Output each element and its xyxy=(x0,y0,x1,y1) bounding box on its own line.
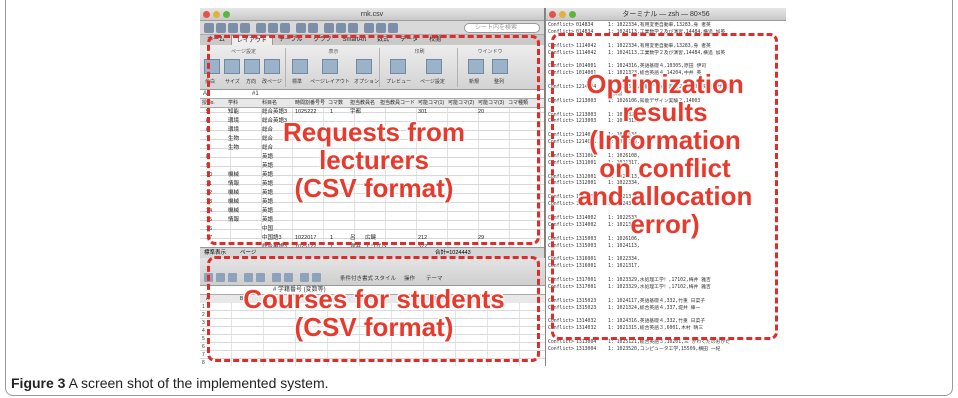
courses-callout-label: Courses for students (CSV format) xyxy=(214,285,534,341)
minimize-window-button[interactable] xyxy=(213,11,220,18)
terminal-rest: 1: 1025121,総合英語３,10201,三 かわくだのおかた xyxy=(608,339,731,345)
sort-icon[interactable] xyxy=(336,23,346,33)
callout-line: (CSV format) xyxy=(294,173,454,204)
open-icon[interactable] xyxy=(216,23,226,33)
callout-line: (Information xyxy=(589,125,741,156)
help-icon[interactable] xyxy=(388,23,398,33)
figure-label: Figure 3 xyxy=(11,375,66,391)
sheet-search-input[interactable]: シート内を検索 xyxy=(464,23,540,33)
terminal-title: ターミナル — zsh — 80×56 xyxy=(622,11,710,18)
table-cell[interactable]: 4 xyxy=(202,327,205,335)
window-controls xyxy=(203,11,230,18)
print-icon[interactable] xyxy=(240,23,250,33)
terminal-tag: Conflict> xyxy=(548,339,574,345)
table-cell[interactable]: 8 xyxy=(202,359,205,366)
callout-line: lecturers xyxy=(319,145,429,176)
table-cell[interactable]: 3 xyxy=(202,319,205,327)
table-cell[interactable]: 7 xyxy=(202,351,205,359)
excel-titlebar: rnk.csv xyxy=(200,8,544,21)
cut-icon[interactable] xyxy=(256,23,266,33)
new-icon[interactable] xyxy=(204,23,214,33)
terminal-line: Conflict> 014834 1: 1022334,有用変更自動車,13283,… xyxy=(548,23,784,30)
minimize-window-button[interactable] xyxy=(559,11,566,18)
zoom-window-button[interactable] xyxy=(569,11,576,18)
callout-line: and allocation xyxy=(577,181,753,212)
table-cell[interactable]: 2 xyxy=(202,311,205,319)
callout-line: Requests from xyxy=(282,117,466,147)
close-window-button[interactable] xyxy=(203,11,210,18)
terminal-id: 014834 xyxy=(576,23,594,28)
terminal-tag: Conflict> xyxy=(548,346,574,352)
callout-line: (CSV format) xyxy=(294,312,454,343)
callout-line: Courses for students xyxy=(243,284,505,314)
redo-icon[interactable] xyxy=(308,23,318,33)
terminal-line: Conflict> 1313004 1: 1025121,総合英語３,10201,三… xyxy=(548,340,784,347)
terminal-titlebar: ターミナル — zsh — 80×56 xyxy=(546,8,786,21)
figure-caption-text: A screen shot of the implemented system. xyxy=(68,375,329,391)
terminal-rest: 1: 1023520,コンピュータ工学,15509,横田 一紀 xyxy=(608,346,721,352)
chart-icon[interactable] xyxy=(364,23,374,33)
terminal-rest: 1: 1022334,有用変更自動車,13283,身 者英 xyxy=(608,23,711,28)
standard-toolbar: シート内を検索 xyxy=(200,21,544,35)
terminal-tag: Conflict> xyxy=(548,23,574,28)
undo-icon[interactable] xyxy=(296,23,306,33)
figure-caption: Figure 3 A screen shot of the implemente… xyxy=(11,375,329,391)
callout-line: error) xyxy=(630,209,700,240)
paste-icon[interactable] xyxy=(280,23,290,33)
autosum-icon[interactable] xyxy=(324,23,334,33)
callout-line: on conflict xyxy=(599,153,731,184)
callout-line: Optimization xyxy=(586,69,744,99)
table-cell[interactable]: 1 xyxy=(202,303,205,311)
terminal-id: 1313004 xyxy=(576,339,597,345)
filter-icon[interactable] xyxy=(348,23,358,33)
close-window-button[interactable] xyxy=(549,11,556,18)
window-controls xyxy=(549,11,576,18)
save-icon[interactable] xyxy=(228,23,238,33)
table-cell[interactable]: 6 xyxy=(202,343,205,351)
terminal-id: 1313004 xyxy=(576,346,597,352)
copy-icon[interactable] xyxy=(268,23,278,33)
optimization-callout-label: Optimization results (Information on con… xyxy=(553,69,777,240)
window-title: rnk.csv xyxy=(360,11,384,18)
table-cell[interactable]: 5 xyxy=(202,335,205,343)
callout-line: results xyxy=(622,97,708,128)
requests-callout-label: Requests from lecturers (CSV format) xyxy=(245,118,503,202)
zoom-window-button[interactable] xyxy=(223,11,230,18)
gallery-icon[interactable] xyxy=(376,23,386,33)
terminal-line: Conflict> 1313004 1: 1023520,コンピュータ工学,1550… xyxy=(548,347,784,354)
